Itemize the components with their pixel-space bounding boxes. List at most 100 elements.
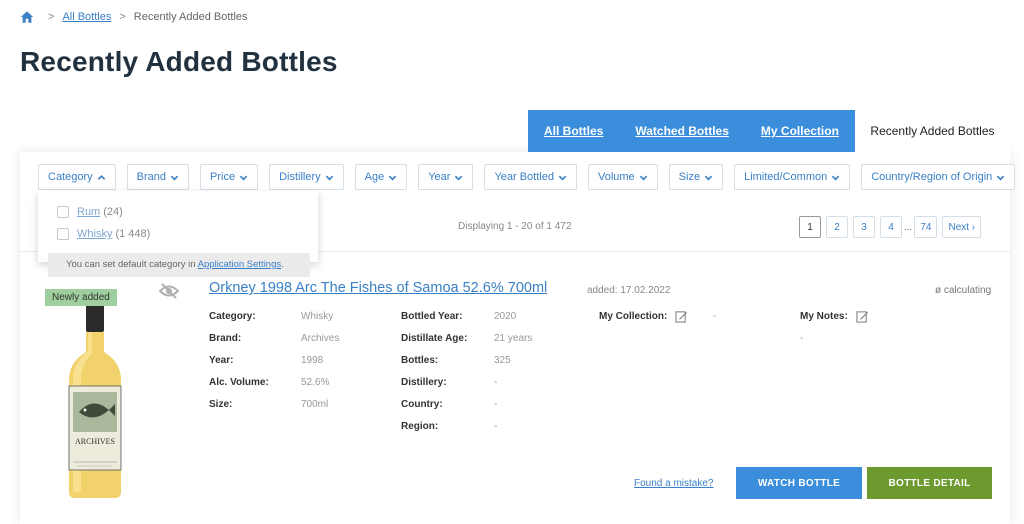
filter-label: Volume (597, 171, 635, 183)
eye-slash-icon[interactable] (158, 282, 180, 300)
filter-label: Limited/Common (744, 171, 828, 183)
note-text: You can set default category in (66, 259, 198, 270)
page-button-last[interactable]: 74 (914, 216, 938, 238)
home-icon[interactable] (20, 10, 34, 24)
watch-bottle-button[interactable]: WATCH BOTTLE (736, 467, 862, 499)
attr-value-category: Whisky (301, 311, 334, 322)
chevron-up-icon (97, 174, 105, 180)
filter-label: Year Bottled (494, 171, 554, 183)
my-collection-value: - (713, 311, 717, 322)
checkbox[interactable] (57, 228, 69, 240)
filter-year-bottled[interactable]: Year Bottled (484, 164, 577, 190)
next-page-button[interactable]: Next › (942, 216, 982, 238)
attr-label-bottles: Bottles: (401, 355, 439, 366)
attr-label-region: Region: (401, 421, 439, 432)
attr-label-brand: Brand: (209, 333, 242, 344)
page-button-2[interactable]: 2 (826, 216, 848, 238)
chevron-down-icon (639, 175, 647, 180)
category-dropdown: Rum (24) Whisky (1 448) You can set defa… (38, 191, 318, 277)
filter-label: Price (210, 171, 236, 183)
filter-label: Distillery (279, 171, 321, 183)
tab-recently-added-bottles[interactable]: Recently Added Bottles (854, 110, 1010, 152)
attr-label-country: Country: (401, 399, 443, 410)
category-option-rum[interactable]: Rum (24) (57, 206, 123, 218)
attr-value-year: 1998 (301, 355, 324, 366)
my-notes-label: My Notes: (800, 311, 848, 322)
my-collection-label: My Collection: (599, 311, 668, 322)
added-date: added: 17.02.2022 (587, 285, 671, 296)
filter-price[interactable]: Price (200, 164, 259, 190)
option-label[interactable]: Whisky (77, 228, 112, 240)
bottle-title-link[interactable]: Orkney 1998 Arc The Fishes of Samoa 52.6… (209, 280, 547, 296)
chevron-down-icon (388, 175, 397, 180)
attr-value-brand: Archives (301, 333, 340, 344)
breadcrumb-separator: > (48, 11, 55, 23)
filter-limited-common[interactable]: Limited/Common (734, 164, 851, 190)
breadcrumb: > All Bottles > Recently Added Bottles (20, 10, 248, 24)
tab-my-collection[interactable]: My Collection (744, 110, 855, 152)
attr-value-bottles: 325 (494, 355, 511, 366)
filter-label: Brand (136, 171, 166, 183)
filter-label: Year (428, 171, 451, 183)
chevron-down-icon (239, 175, 248, 180)
bottle-tabs: All Bottles Watched Bottles My Collectio… (528, 110, 1010, 152)
filter-label: Country/Region of Origin (871, 171, 993, 183)
attr-value-size: 700ml (301, 399, 329, 410)
results-count: Displaying 1 - 20 of 1 472 (458, 221, 572, 232)
attr-label-year: Year: (209, 355, 234, 366)
attr-value-distillery: - (494, 377, 498, 388)
chevron-down-icon (997, 175, 1005, 180)
filter-label: Category (48, 171, 93, 183)
attr-label-alc-volume: Alc. Volume: (209, 377, 269, 388)
option-label[interactable]: Rum (77, 206, 100, 218)
page-button-4[interactable]: 4 (880, 216, 902, 238)
breadcrumb-link-all-bottles[interactable]: All Bottles (62, 11, 111, 23)
chevron-down-icon (455, 175, 463, 180)
page-title: Recently Added Bottles (20, 46, 338, 77)
page-ellipsis: ... (904, 221, 913, 233)
pagination: 1 2 3 4 ... 74 Next › (799, 216, 982, 238)
page-button-1[interactable]: 1 (799, 216, 821, 238)
checkbox[interactable] (57, 206, 69, 218)
tab-all-bottles[interactable]: All Bottles (528, 110, 620, 152)
attr-value-country: - (494, 399, 498, 410)
bottle-image[interactable]: ARCHIVES (55, 300, 135, 500)
filter-label: Size (678, 171, 701, 183)
note-end: . (281, 259, 284, 270)
filter-year[interactable]: Year (418, 164, 474, 190)
found-mistake-link[interactable]: Found a mistake? (634, 478, 714, 489)
filter-volume[interactable]: Volume (587, 164, 658, 190)
attr-label-distillate-age: Distillate Age: (401, 333, 468, 344)
filter-age[interactable]: Age (354, 164, 408, 190)
attr-label-bottled-year: Bottled Year: (401, 311, 463, 322)
chevron-down-icon (558, 175, 567, 180)
chevron-down-icon (704, 175, 713, 180)
chevron-down-icon (325, 175, 333, 180)
filter-label: Age (364, 171, 385, 183)
bottle-label-text: ARCHIVES (75, 437, 115, 446)
category-option-whisky[interactable]: Whisky (1 448) (57, 228, 150, 240)
attr-value-region: - (494, 421, 498, 432)
default-category-note: You can set default category in Applicat… (48, 253, 310, 277)
attr-label-size: Size: (209, 399, 233, 410)
option-count: (24) (103, 206, 123, 218)
application-settings-link[interactable]: Application Settings (198, 259, 281, 270)
page-button-3[interactable]: 3 (853, 216, 875, 238)
my-notes-value: - (800, 333, 804, 344)
edit-collection-icon[interactable] (675, 310, 688, 323)
attr-label-distillery: Distillery: (401, 377, 447, 388)
tab-watched-bottles[interactable]: Watched Bottles (619, 110, 745, 152)
chevron-down-icon (170, 175, 179, 180)
filter-brand[interactable]: Brand (126, 164, 189, 190)
attr-value-bottled-year: 2020 (494, 311, 517, 322)
filter-category[interactable]: Category (38, 164, 116, 190)
bottle-detail-button[interactable]: BOTTLE DETAIL (867, 467, 992, 499)
filter-size[interactable]: Size (668, 164, 724, 190)
breadcrumb-separator: > (119, 11, 126, 23)
option-count: (1 448) (115, 228, 151, 240)
attr-value-distillate-age: 21 years (494, 333, 533, 344)
filter-country-region[interactable]: Country/Region of Origin (861, 164, 1016, 190)
filter-distillery[interactable]: Distillery (269, 164, 344, 190)
edit-notes-icon[interactable] (856, 310, 869, 323)
attr-value-alc-volume: 52.6% (301, 377, 330, 388)
